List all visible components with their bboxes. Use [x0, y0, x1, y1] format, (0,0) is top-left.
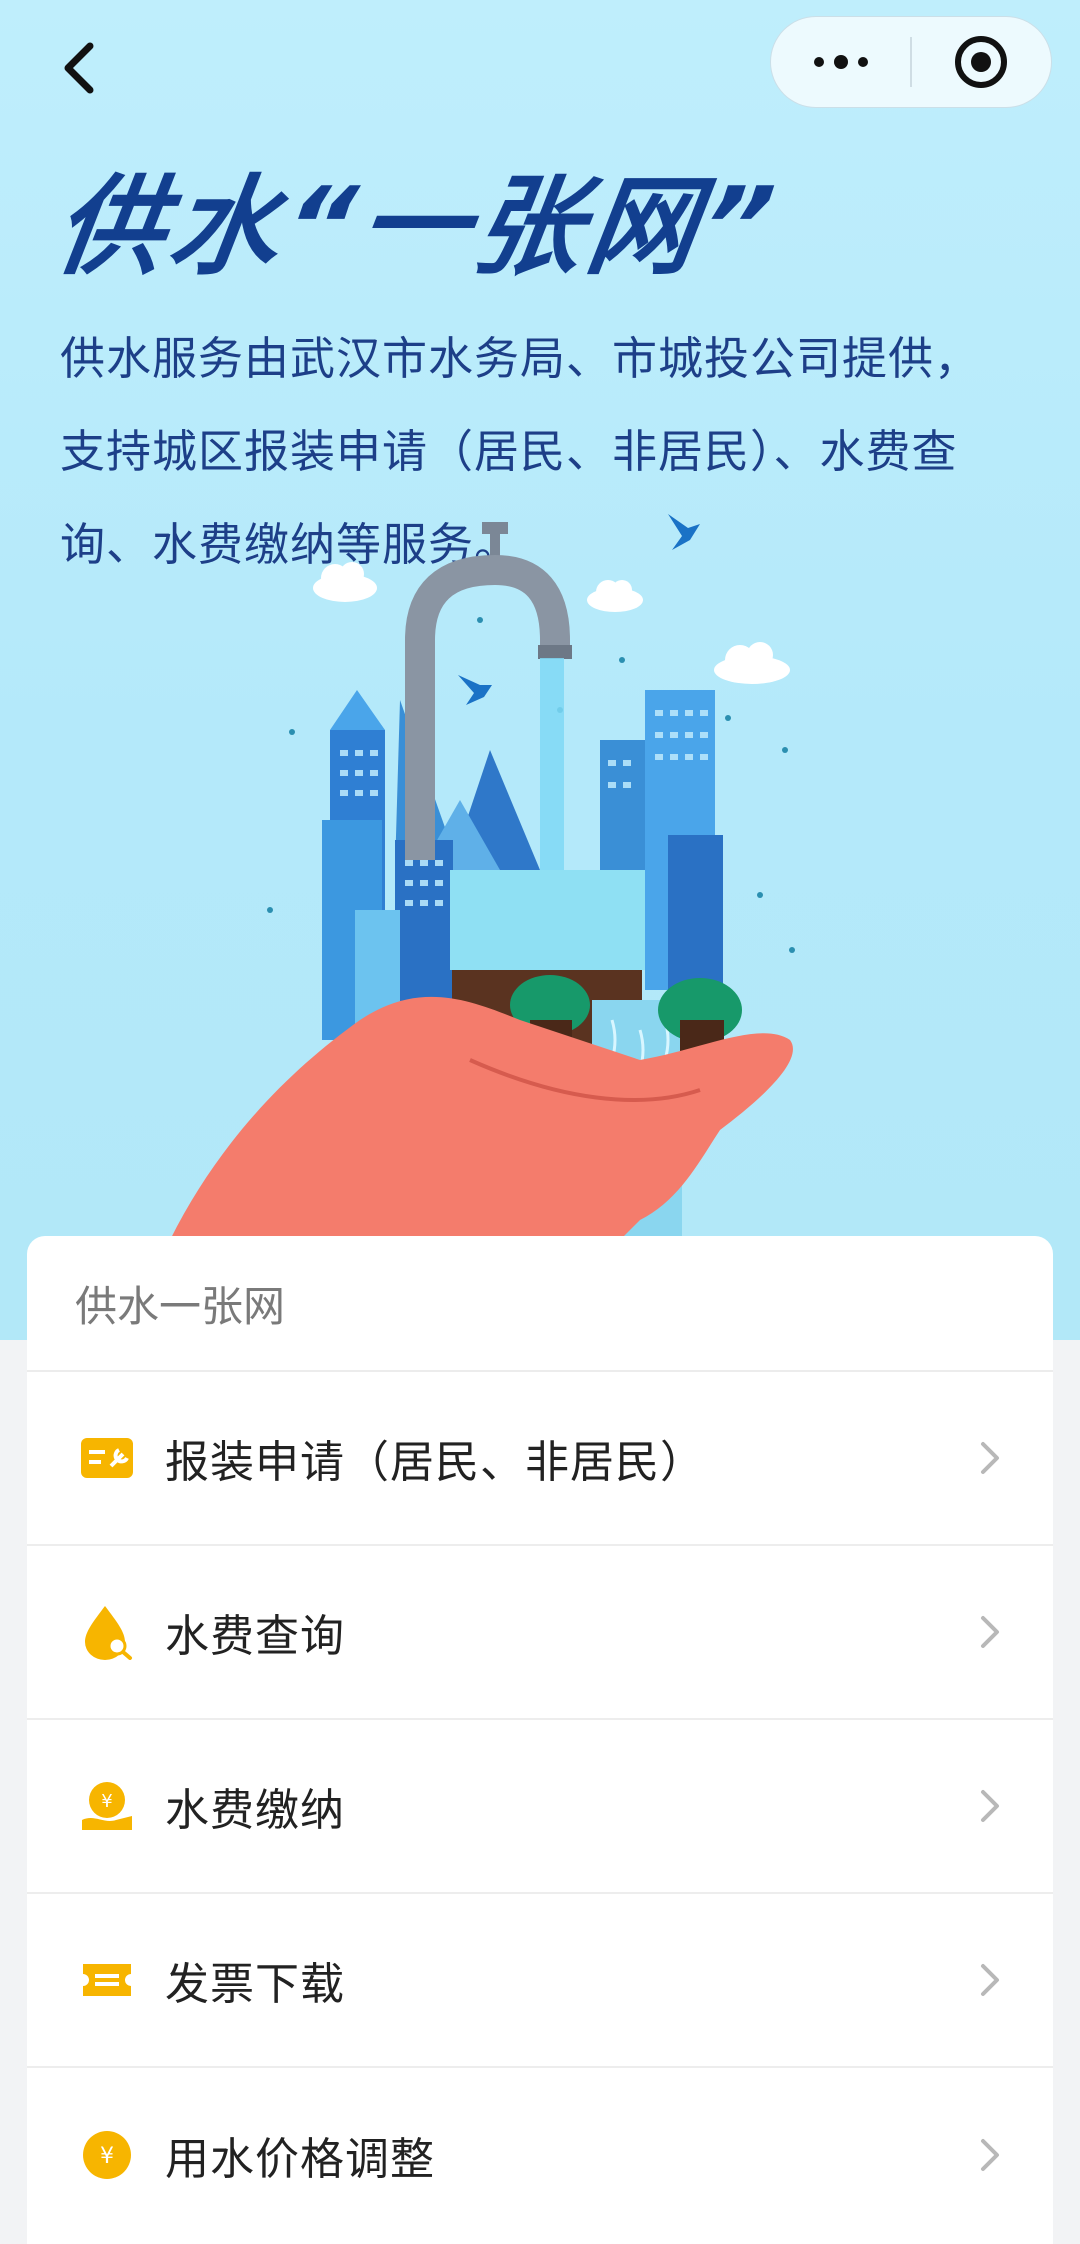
city-water-illustration — [170, 514, 795, 1240]
close-miniprogram-button[interactable] — [912, 16, 1051, 108]
menu-item-label: 发票下载 — [165, 1959, 345, 2010]
back-arrow-icon — [64, 42, 94, 94]
menu-item-invoice-download[interactable]: 发票下载 — [27, 1894, 1053, 2068]
tool-card-icon — [81, 1438, 133, 1478]
menu-item-label: 报装申请（居民、非居民） — [165, 1437, 705, 1488]
page-title: 供水“一张网” — [47, 165, 787, 290]
chevron-right-icon — [981, 1964, 999, 1996]
service-card: 供水一张网 报装申请（居民、非居民） 水费查询 ¥ 水费缴纳 发票下载 ¥ 用水… — [27, 1236, 1053, 2244]
menu-item-water-bill-query[interactable]: 水费查询 — [27, 1546, 1053, 1720]
chevron-right-icon — [981, 2139, 999, 2171]
back-button[interactable] — [50, 38, 110, 98]
more-button[interactable] — [771, 16, 910, 108]
chevron-right-icon — [981, 1442, 999, 1474]
target-icon — [955, 36, 1008, 88]
menu-item-label: 用水价格调整 — [165, 2134, 435, 2185]
menu-item-water-price-adjustment[interactable]: ¥ 用水价格调整 — [27, 2068, 1053, 2242]
chevron-right-icon — [981, 1790, 999, 1822]
svg-text:¥: ¥ — [101, 1791, 112, 1812]
svg-text:¥: ¥ — [100, 2144, 114, 2169]
card-header: 供水一张网 — [27, 1236, 1053, 1372]
menu-item-water-bill-payment[interactable]: ¥ 水费缴纳 — [27, 1720, 1053, 1894]
menu-item-label: 水费缴纳 — [165, 1785, 345, 1836]
chevron-right-icon — [981, 1616, 999, 1648]
menu-item-label: 水费查询 — [165, 1611, 345, 1662]
hero-banner: 供水“一张网” 供水服务由武汉市水务局、市城投公司提供，支持城区报装申请（居民、… — [0, 0, 1080, 1340]
more-dots-icon — [813, 55, 868, 69]
water-search-icon — [85, 1606, 132, 1660]
menu-item-installation-application[interactable]: 报装申请（居民、非居民） — [27, 1372, 1053, 1546]
mini-program-capsule — [770, 16, 1052, 108]
yen-payment-icon: ¥ — [82, 1782, 132, 1830]
ticket-icon — [83, 1964, 131, 1996]
yen-coin-icon: ¥ — [83, 2131, 131, 2179]
